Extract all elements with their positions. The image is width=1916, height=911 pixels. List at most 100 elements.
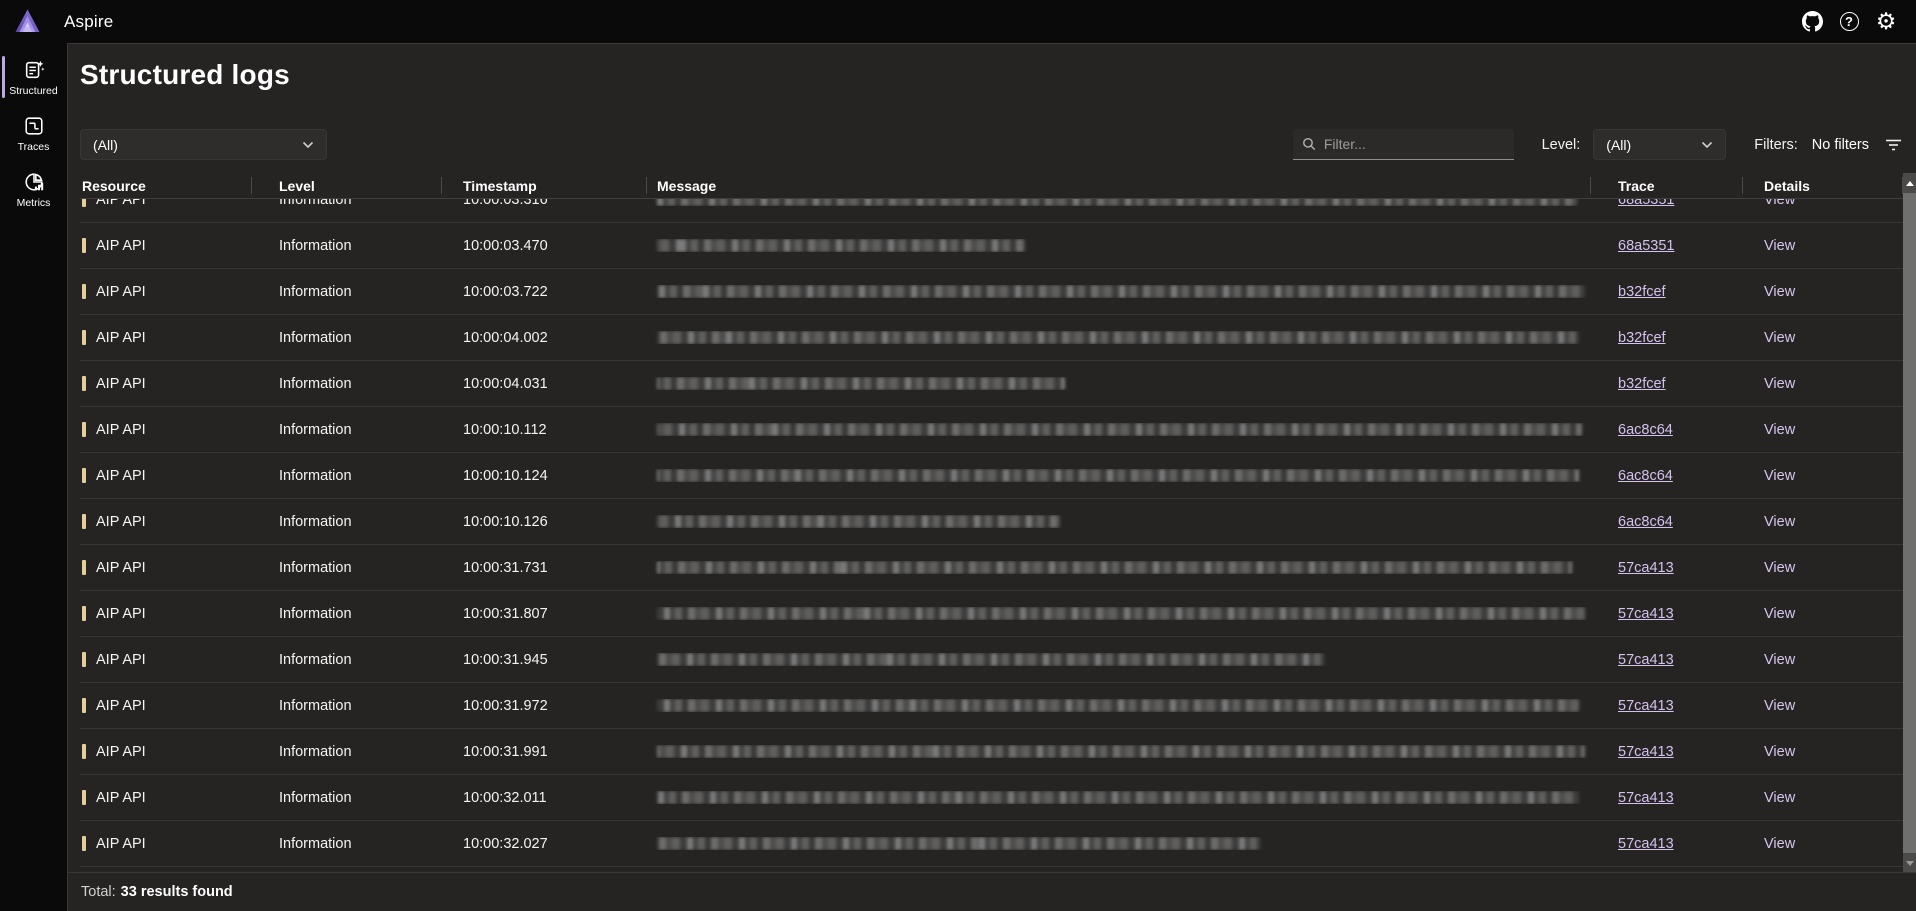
- details-view-link[interactable]: View: [1764, 606, 1795, 622]
- results-footer: Total: 33 results found: [68, 872, 1916, 911]
- resource-name: AIP API: [96, 698, 146, 714]
- redacted-message: [657, 285, 1585, 298]
- table-row[interactable]: AIP APIInformation10:00:31.94557ca413Vie…: [80, 637, 1903, 683]
- table-row[interactable]: AIP APIInformation10:00:03.47068a5351Vie…: [80, 223, 1903, 269]
- resource-name: AIP API: [96, 652, 146, 668]
- trace-link[interactable]: b32fcef: [1618, 330, 1666, 346]
- trace-link[interactable]: b32fcef: [1618, 284, 1666, 300]
- details-view-link[interactable]: View: [1764, 238, 1795, 254]
- message-cell: [647, 199, 1591, 206]
- scroll-down-button[interactable]: [1903, 853, 1916, 873]
- details-cell: View: [1743, 284, 1903, 300]
- details-view-link[interactable]: View: [1764, 744, 1795, 760]
- details-view-link[interactable]: View: [1764, 514, 1795, 530]
- redacted-message: [657, 199, 1577, 206]
- resource-color-bar-icon: [82, 606, 86, 621]
- details-cell: View: [1743, 514, 1903, 530]
- sidebar-item-structured[interactable]: Structured: [0, 49, 67, 105]
- table-row[interactable]: AIP APIInformation10:00:31.73157ca413Vie…: [80, 545, 1903, 591]
- trace-cell: b32fcef: [1591, 376, 1743, 392]
- resource-name: AIP API: [96, 284, 146, 300]
- trace-link[interactable]: 6ac8c64: [1618, 468, 1673, 484]
- table-row[interactable]: AIP APIInformation10:00:10.1126ac8c64Vie…: [80, 407, 1903, 453]
- details-view-link[interactable]: View: [1764, 199, 1795, 208]
- structured-logs-icon: [23, 59, 45, 81]
- sidebar-item-traces[interactable]: Traces: [0, 105, 67, 161]
- table-row[interactable]: AIP APIInformation10:00:03.31668a5351Vie…: [80, 199, 1903, 223]
- aspire-logo-icon: [14, 8, 41, 35]
- level-cell: Information: [252, 284, 442, 300]
- table-row[interactable]: AIP APIInformation10:00:31.97257ca413Vie…: [80, 683, 1903, 729]
- details-cell: View: [1743, 606, 1903, 622]
- filter-input[interactable]: [1324, 136, 1506, 152]
- timestamp-cell: 10:00:10.126: [442, 514, 647, 530]
- trace-link[interactable]: 6ac8c64: [1618, 514, 1673, 530]
- github-icon[interactable]: [1800, 10, 1824, 34]
- details-view-link[interactable]: View: [1764, 652, 1795, 668]
- trace-cell: 6ac8c64: [1591, 422, 1743, 438]
- filter-funnel-icon[interactable]: [1885, 138, 1902, 152]
- trace-link[interactable]: 57ca413: [1618, 836, 1674, 852]
- top-bar: Aspire ? ⚙: [0, 0, 1916, 43]
- details-view-link[interactable]: View: [1764, 376, 1795, 392]
- trace-link[interactable]: 57ca413: [1618, 560, 1674, 576]
- settings-gear-icon[interactable]: ⚙: [1874, 10, 1898, 34]
- topbar-actions: ? ⚙: [1800, 10, 1898, 34]
- resource-color-bar-icon: [82, 744, 86, 759]
- details-cell: View: [1743, 468, 1903, 484]
- trace-link[interactable]: 68a5351: [1618, 238, 1674, 254]
- trace-link[interactable]: 57ca413: [1618, 744, 1674, 760]
- table-row[interactable]: AIP APIInformation10:00:04.002b32fcefVie…: [80, 315, 1903, 361]
- resource-color-bar-icon: [82, 199, 86, 207]
- trace-cell: 68a5351: [1591, 238, 1743, 254]
- trace-link[interactable]: 6ac8c64: [1618, 422, 1673, 438]
- trace-link[interactable]: b32fcef: [1618, 376, 1666, 392]
- details-view-link[interactable]: View: [1764, 284, 1795, 300]
- redacted-message: [657, 791, 1579, 804]
- resource-cell: AIP API: [80, 836, 252, 852]
- sidebar-item-metrics[interactable]: Metrics: [0, 161, 67, 217]
- log-filter-searchbox[interactable]: [1293, 129, 1514, 160]
- trace-link[interactable]: 68a5351: [1618, 199, 1674, 208]
- scroll-up-arrow-icon: [1906, 181, 1914, 186]
- sidebar-item-label: Traces: [18, 141, 50, 153]
- resource-color-bar-icon: [82, 330, 86, 345]
- help-icon[interactable]: ?: [1837, 10, 1861, 34]
- redacted-message: [657, 423, 1582, 436]
- aspire-dashboard: Aspire ? ⚙ Str: [0, 0, 1916, 911]
- details-view-link[interactable]: View: [1764, 330, 1795, 346]
- resource-name: AIP API: [96, 560, 146, 576]
- details-view-link[interactable]: View: [1764, 836, 1795, 852]
- vertical-scrollbar[interactable]: [1903, 173, 1916, 873]
- table-row[interactable]: AIP APIInformation10:00:10.1246ac8c64Vie…: [80, 453, 1903, 499]
- traces-icon: [23, 115, 45, 137]
- table-row[interactable]: AIP APIInformation10:00:32.01157ca413Vie…: [80, 775, 1903, 821]
- resource-select[interactable]: (All): [80, 129, 327, 160]
- table-row[interactable]: AIP APIInformation10:00:32.02757ca413Vie…: [80, 821, 1903, 867]
- details-view-link[interactable]: View: [1764, 560, 1795, 576]
- table-row[interactable]: AIP APIInformation10:00:04.031b32fcefVie…: [80, 361, 1903, 407]
- details-view-link[interactable]: View: [1764, 422, 1795, 438]
- details-view-link[interactable]: View: [1764, 468, 1795, 484]
- resource-cell: AIP API: [80, 652, 252, 668]
- message-cell: [647, 653, 1591, 666]
- trace-link[interactable]: 57ca413: [1618, 698, 1674, 714]
- table-row[interactable]: AIP APIInformation10:00:10.1266ac8c64Vie…: [80, 499, 1903, 545]
- trace-link[interactable]: 57ca413: [1618, 652, 1674, 668]
- trace-link[interactable]: 57ca413: [1618, 606, 1674, 622]
- message-cell: [647, 285, 1591, 298]
- resource-name: AIP API: [96, 606, 146, 622]
- details-view-link[interactable]: View: [1764, 790, 1795, 806]
- trace-link[interactable]: 57ca413: [1618, 790, 1674, 806]
- table-row[interactable]: AIP APIInformation10:00:03.722b32fcefVie…: [80, 269, 1903, 315]
- table-row[interactable]: AIP APIInformation10:00:31.99157ca413Vie…: [80, 729, 1903, 775]
- resource-cell: AIP API: [80, 330, 252, 346]
- details-view-link[interactable]: View: [1764, 698, 1795, 714]
- scroll-up-button[interactable]: [1903, 173, 1916, 193]
- level-select[interactable]: (All): [1593, 129, 1726, 160]
- table-row[interactable]: AIP APIInformation10:00:31.80757ca413Vie…: [80, 591, 1903, 637]
- resource-cell: AIP API: [80, 698, 252, 714]
- details-cell: View: [1743, 376, 1903, 392]
- timestamp-cell: 10:00:10.112: [442, 422, 647, 438]
- level-cell: Information: [252, 744, 442, 760]
